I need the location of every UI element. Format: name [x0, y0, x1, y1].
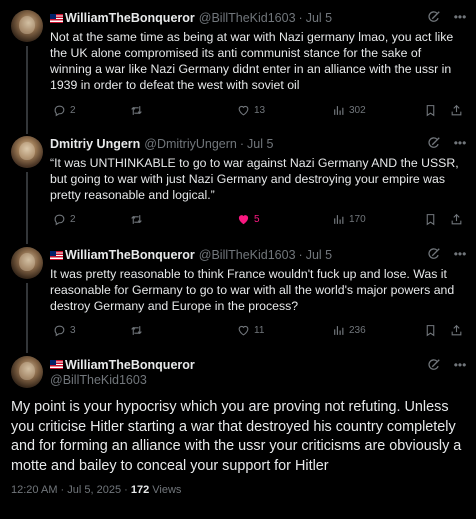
tweet-header: WilliamTheBonqueror @BillTheKid1603 · Ju… [50, 247, 332, 263]
views-count: 236 [349, 324, 366, 336]
repost-icon [131, 325, 142, 335]
main-tweet: WilliamTheBonqueror @BillTheKid1603 ••• … [0, 356, 476, 516]
tweet-actions: 2 13 302 [50, 102, 464, 118]
display-name[interactable]: Dmitriy Ungern [50, 137, 140, 151]
reply-count: 2 [70, 213, 76, 225]
reply-icon [54, 214, 65, 225]
tweet-date[interactable]: Jul 5 [306, 11, 332, 25]
views-chart-icon [334, 325, 344, 335]
user-handle[interactable]: @BillTheKid1603 [199, 11, 296, 25]
views-label: Views [149, 484, 182, 496]
avatar[interactable] [11, 136, 43, 168]
reply-button[interactable]: 3 [53, 322, 76, 338]
share-button[interactable] [450, 322, 463, 338]
reply-button[interactable]: 2 [53, 102, 76, 118]
reply-icon [54, 325, 65, 336]
uk-flag-icon [50, 250, 63, 260]
reply-count: 2 [70, 104, 76, 116]
share-button[interactable] [450, 102, 463, 118]
reply-icon [54, 105, 65, 116]
views-count: 302 [349, 104, 366, 116]
uk-flag-icon [50, 13, 63, 23]
repost-button[interactable] [130, 211, 147, 227]
tweet-actions: 3 11 236 [50, 322, 464, 338]
share-icon [451, 104, 462, 115]
grok-icon[interactable] [427, 358, 441, 372]
tweet-date[interactable]: Jul 5 [306, 248, 332, 262]
display-name[interactable]: WilliamTheBonqueror [65, 358, 195, 372]
repost-button[interactable] [130, 322, 147, 338]
reply-button[interactable]: 2 [53, 211, 76, 227]
user-handle[interactable]: @DmitriyUngern [144, 137, 237, 151]
user-handle[interactable]: @BillTheKid1603 [50, 373, 195, 387]
heart-icon [238, 214, 249, 224]
bookmark-icon [426, 213, 435, 225]
like-count: 13 [254, 104, 266, 116]
more-dots-icon[interactable]: ••• [452, 136, 468, 150]
uk-flag-icon [50, 360, 63, 369]
more-dots-icon[interactable]: ••• [452, 247, 468, 261]
views-chart-icon [334, 105, 344, 115]
repost-icon [131, 214, 142, 224]
views-button[interactable]: 302 [332, 102, 366, 118]
tweet-3[interactable]: WilliamTheBonqueror @BillTheKid1603 · Ju… [0, 247, 476, 353]
share-icon [451, 324, 462, 335]
views-chart-icon [334, 214, 344, 224]
avatar[interactable] [11, 356, 43, 388]
grok-icon[interactable] [427, 247, 441, 261]
tweet-date[interactable]: Jul 5 [247, 137, 273, 151]
tweet-2[interactable]: Dmitriy Ungern @DmitriyUngern · Jul 5 ••… [0, 136, 476, 244]
user-handle[interactable]: @BillTheKid1603 [199, 248, 296, 262]
more-dots-icon[interactable]: ••• [452, 10, 468, 24]
display-name[interactable]: WilliamTheBonqueror [65, 248, 195, 262]
like-button[interactable]: 13 [237, 102, 265, 118]
share-button[interactable] [450, 211, 463, 227]
thread-connector [26, 283, 28, 353]
views-count: 170 [349, 213, 366, 225]
tweet-actions: 2 5 170 [50, 211, 464, 227]
main-tweet-header: WilliamTheBonqueror @BillTheKid1603 [50, 357, 195, 387]
bookmark-icon [426, 324, 435, 336]
share-icon [451, 213, 462, 224]
avatar[interactable] [11, 10, 43, 42]
thread-connector [26, 46, 28, 134]
separator-dot: · [298, 248, 303, 262]
tweet-text: “It was UNTHINKABLE to go to war against… [50, 156, 459, 202]
repost-icon [131, 105, 142, 115]
tweet-1[interactable]: WilliamTheBonqueror @BillTheKid1603 · Ju… [0, 10, 476, 134]
avatar[interactable] [11, 247, 43, 279]
tweet-meta: 12:20 AM · Jul 5, 2025 · 172 Views [11, 484, 181, 496]
thread-connector [26, 172, 28, 244]
bookmark-button[interactable] [424, 211, 437, 227]
like-count: 5 [254, 213, 260, 225]
separator-dot: · [298, 11, 303, 25]
grok-icon[interactable] [427, 10, 441, 24]
bookmark-icon [426, 104, 435, 116]
tweet-header: Dmitriy Ungern @DmitriyUngern · Jul 5 [50, 136, 273, 152]
display-name[interactable]: WilliamTheBonqueror [65, 11, 195, 25]
more-dots-icon[interactable]: ••• [452, 358, 468, 372]
repost-button[interactable] [130, 102, 147, 118]
separator-dot: · [239, 137, 245, 151]
views-count: 172 [130, 484, 150, 496]
tweet-header: WilliamTheBonqueror @BillTheKid1603 · Ju… [50, 10, 332, 26]
bookmark-button[interactable] [424, 102, 437, 118]
tweet-text: It was pretty reasonable to think France… [50, 267, 455, 313]
tweet-timestamp[interactable]: 12:20 AM · Jul 5, 2025 · [11, 484, 131, 496]
main-tweet-text: My point is your hypocrisy which you are… [11, 399, 462, 474]
grok-icon[interactable] [427, 136, 441, 150]
tweet-text: Not at the same time as being at war wit… [50, 30, 454, 92]
like-button[interactable]: 5 [237, 211, 260, 227]
bookmark-button[interactable] [424, 322, 437, 338]
heart-icon [238, 105, 249, 115]
like-count: 11 [254, 324, 265, 336]
views-button[interactable]: 170 [332, 211, 366, 227]
views-button[interactable]: 236 [332, 322, 366, 338]
heart-icon [238, 325, 249, 335]
reply-count: 3 [70, 324, 76, 336]
like-button[interactable]: 11 [237, 322, 264, 338]
